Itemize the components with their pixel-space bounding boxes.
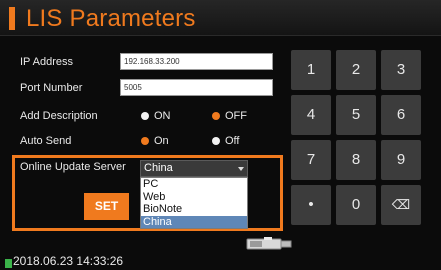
key-4[interactable]: 4 [291,95,331,135]
key-5[interactable]: 5 [336,95,376,135]
key-decimal-point[interactable]: • [291,185,331,225]
key-8[interactable]: 8 [336,140,376,180]
ip-address-label: IP Address [20,56,73,68]
lis-parameters-screen: LIS Parameters IP Address 192.168.33.200… [0,0,441,270]
port-number-input[interactable]: 5005 [120,79,273,96]
server-option-china[interactable]: China [141,215,247,228]
radio-unselected-icon [141,112,149,120]
auto-send-off-radio[interactable]: Off [212,135,239,147]
key-6[interactable]: 6 [381,95,421,135]
key-7[interactable]: 7 [291,140,331,180]
datetime-display: 2018.06.23 14:33:26 [13,254,124,268]
radio-selected-icon [212,112,220,120]
server-option-web[interactable]: Web [141,191,247,204]
set-button[interactable]: SET [84,193,129,220]
key-0[interactable]: 0 [336,185,376,225]
key-3[interactable]: 3 [381,50,421,90]
radio-unselected-icon [212,137,220,145]
radio-label: ON [154,110,171,122]
auto-send-label: Auto Send [20,135,72,147]
port-number-label: Port Number [20,82,83,94]
server-option-bionote[interactable]: BioNote [141,203,247,216]
connection-status-icon [5,259,12,268]
radio-label: Off [225,135,240,147]
title-bar: LIS Parameters [0,0,441,36]
add-description-on-radio[interactable]: ON [141,110,171,122]
radio-label: On [154,135,169,147]
key-1[interactable]: 1 [291,50,331,90]
auto-send-on-radio[interactable]: On [141,135,169,147]
chevron-down-icon [238,167,244,171]
ip-address-input[interactable]: 192.168.33.200 [120,53,273,70]
select-value: China [144,162,173,174]
server-option-pc[interactable]: PC [141,178,247,191]
key-9[interactable]: 9 [381,140,421,180]
page-title: LIS Parameters [26,5,196,32]
server-options-list: PC Web BioNote China [140,177,248,229]
key-2[interactable]: 2 [336,50,376,90]
add-description-label: Add Description [20,110,98,122]
online-update-server-select[interactable]: China [140,160,248,177]
online-update-server-label: Online Update Server [20,161,126,173]
title-accent-bar [9,7,15,30]
radio-label: OFF [225,110,247,122]
backspace-icon[interactable]: ⌫ [381,185,421,225]
add-description-off-radio[interactable]: OFF [212,110,247,122]
radio-selected-icon [141,137,149,145]
